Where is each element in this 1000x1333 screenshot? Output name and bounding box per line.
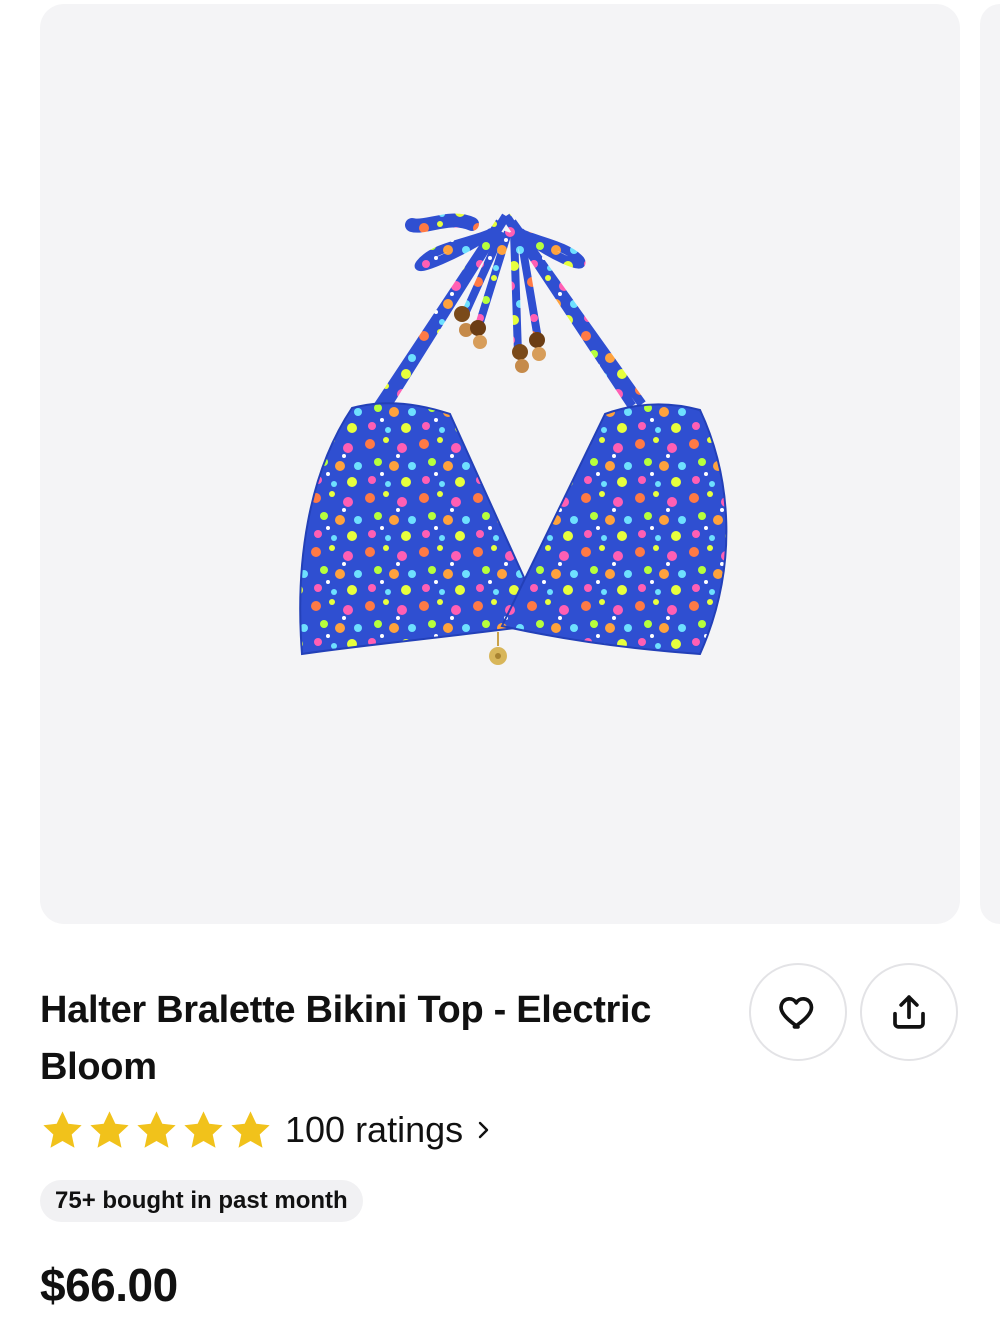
purchase-count-badge: 75+ bought in past month	[40, 1180, 363, 1222]
ratings-count: 100 ratings	[285, 1109, 464, 1150]
next-image-peek[interactable]	[980, 4, 1000, 924]
favorite-button[interactable]	[749, 963, 847, 1061]
star-icon	[43, 1110, 82, 1148]
heart-icon	[779, 997, 814, 1029]
product-price: $66.00	[40, 1259, 178, 1311]
star-icon	[184, 1110, 223, 1148]
share-button[interactable]	[860, 963, 958, 1061]
product-image-gallery[interactable]	[40, 4, 960, 924]
chevron-right-icon	[478, 1121, 489, 1139]
star-icon	[231, 1110, 270, 1148]
star-icon	[137, 1110, 176, 1148]
star-rating	[40, 1108, 273, 1153]
share-icon	[893, 995, 925, 1029]
ratings-link[interactable]: 100 ratings	[40, 1102, 491, 1158]
star-icon	[90, 1110, 129, 1148]
product-title: Halter Bralette Bikini Top - Electric Bl…	[40, 989, 652, 1088]
product-image[interactable]	[40, 4, 960, 924]
